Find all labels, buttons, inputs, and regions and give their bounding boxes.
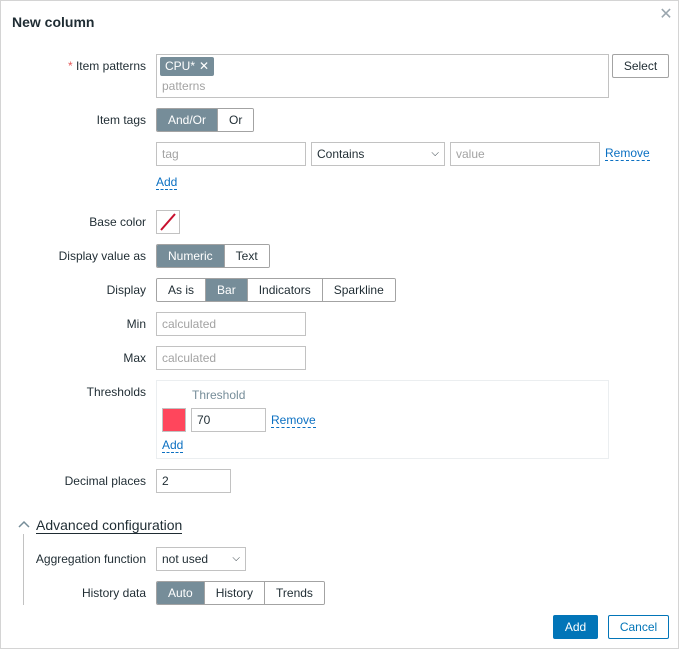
dialog-title: New column bbox=[12, 14, 95, 30]
tags-or-option[interactable]: Or bbox=[218, 109, 254, 131]
base-color-label: Base color bbox=[89, 215, 146, 229]
chevron-down-icon: ⌵ bbox=[232, 553, 240, 564]
add-threshold-link[interactable]: Add bbox=[162, 439, 184, 453]
max-input[interactable]: calculated bbox=[156, 346, 306, 370]
chevron-up-icon[interactable] bbox=[17, 517, 31, 531]
required-mark: * bbox=[67, 59, 73, 73]
item-tags-toggle: And/Or Or bbox=[156, 108, 255, 132]
no-color-icon bbox=[160, 213, 176, 231]
sparkline-option[interactable]: Sparkline bbox=[322, 279, 395, 301]
remove-chip-icon[interactable]: ✕ bbox=[199, 59, 209, 73]
remove-tag-link[interactable]: Remove bbox=[605, 147, 650, 161]
thresholds-table: Threshold 70 Remove Add bbox=[156, 380, 609, 459]
auto-option[interactable]: Auto bbox=[157, 582, 205, 604]
aggregation-function-select[interactable]: not used ⌵ bbox=[156, 547, 246, 571]
pattern-chip: CPU* ✕ bbox=[160, 57, 215, 76]
chevron-down-icon: ⌵ bbox=[431, 148, 439, 159]
bar-option[interactable]: Bar bbox=[206, 279, 248, 301]
aggregation-function-label: Aggregation function bbox=[35, 552, 146, 566]
decimal-places-input[interactable]: 2 bbox=[156, 469, 231, 493]
cancel-button[interactable]: Cancel bbox=[608, 615, 669, 639]
min-label: Min bbox=[126, 317, 146, 331]
thresholds-label: Thresholds bbox=[86, 385, 146, 399]
patterns-placeholder: patterns bbox=[162, 79, 206, 93]
history-data-label: History data bbox=[81, 586, 146, 600]
advanced-configuration-toggle[interactable]: Advanced configuration bbox=[36, 517, 183, 534]
new-column-dialog: New column ✕ * Item patterns CPU* ✕ patte… bbox=[0, 0, 679, 649]
select-button[interactable]: Select bbox=[612, 54, 669, 78]
trends-option[interactable]: Trends bbox=[265, 582, 324, 604]
threshold-column-header: Threshold bbox=[192, 388, 246, 402]
threshold-color-picker[interactable] bbox=[162, 408, 186, 432]
indicators-option[interactable]: Indicators bbox=[247, 279, 323, 301]
close-icon[interactable]: ✕ bbox=[658, 7, 674, 23]
tag-input[interactable]: tag bbox=[156, 142, 306, 166]
numeric-option[interactable]: Numeric bbox=[157, 245, 225, 267]
history-data-toggle: Auto History Trends bbox=[156, 581, 325, 605]
tag-operator-select[interactable]: Contains ⌵ bbox=[311, 142, 445, 166]
base-color-picker[interactable] bbox=[156, 210, 180, 234]
remove-threshold-link[interactable]: Remove bbox=[271, 414, 316, 428]
add-tag-link[interactable]: Add bbox=[156, 176, 178, 190]
max-label: Max bbox=[123, 351, 146, 365]
display-value-as-label: Display value as bbox=[58, 249, 146, 263]
item-patterns-label: * Item patterns bbox=[67, 59, 146, 73]
tag-value-input[interactable]: value bbox=[450, 142, 600, 166]
item-tags-label: Item tags bbox=[96, 113, 146, 127]
display-toggle: As is Bar Indicators Sparkline bbox=[156, 278, 396, 302]
decimal-places-label: Decimal places bbox=[64, 474, 146, 488]
min-input[interactable]: calculated bbox=[156, 312, 306, 336]
display-value-as-toggle: Numeric Text bbox=[156, 244, 270, 268]
as-is-option[interactable]: As is bbox=[157, 279, 207, 301]
text-option[interactable]: Text bbox=[224, 245, 269, 267]
history-option[interactable]: History bbox=[204, 582, 266, 604]
add-button[interactable]: Add bbox=[553, 615, 598, 639]
display-label: Display bbox=[106, 283, 146, 297]
item-patterns-input[interactable]: CPU* ✕ patterns bbox=[156, 54, 609, 98]
threshold-value-input[interactable]: 70 bbox=[191, 408, 266, 432]
tags-and-or-option[interactable]: And/Or bbox=[157, 109, 219, 131]
